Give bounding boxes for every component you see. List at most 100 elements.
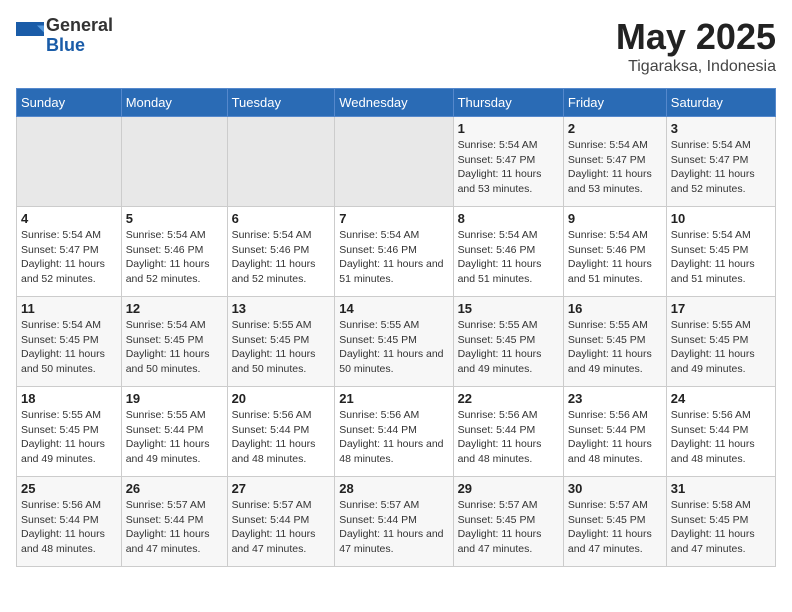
- day-number: 5: [126, 211, 223, 226]
- day-number: 22: [458, 391, 559, 406]
- day-number: 29: [458, 481, 559, 496]
- day-info: Sunrise: 5:55 AMSunset: 5:45 PMDaylight:…: [568, 318, 662, 377]
- day-info: Sunrise: 5:56 AMSunset: 5:44 PMDaylight:…: [458, 408, 559, 467]
- day-number: 24: [671, 391, 771, 406]
- subtitle: Tigaraksa, Indonesia: [616, 58, 776, 76]
- day-cell: 14 Sunrise: 5:55 AMSunset: 5:45 PMDayligh…: [335, 297, 453, 387]
- day-number: 26: [126, 481, 223, 496]
- day-cell: 26 Sunrise: 5:57 AMSunset: 5:44 PMDayligh…: [121, 477, 227, 567]
- day-cell: 18 Sunrise: 5:55 AMSunset: 5:45 PMDayligh…: [17, 387, 122, 477]
- day-cell: 17Sunrise: 5:55 AMSunset: 5:45 PMDayligh…: [666, 297, 775, 387]
- day-cell: 24 Sunrise: 5:56 AMSunset: 5:44 PMDayligh…: [666, 387, 775, 477]
- day-number: 18: [21, 391, 117, 406]
- day-number: 8: [458, 211, 559, 226]
- title-block: May 2025 Tigaraksa, Indonesia: [616, 16, 776, 76]
- day-info: Sunrise: 5:54 AMSunset: 5:47 PMDaylight:…: [671, 138, 771, 197]
- day-info: Sunrise: 5:54 AMSunset: 5:47 PMDaylight:…: [458, 138, 559, 197]
- day-cell: 2 Sunrise: 5:54 AMSunset: 5:47 PMDaylight…: [563, 117, 666, 207]
- day-info: Sunrise: 5:55 AMSunset: 5:45 PMDaylight:…: [458, 318, 559, 377]
- day-cell: 9Sunrise: 5:54 AMSunset: 5:46 PMDaylight…: [563, 207, 666, 297]
- day-info: Sunrise: 5:54 AMSunset: 5:47 PMDaylight:…: [21, 228, 117, 287]
- day-info: Sunrise: 5:57 AMSunset: 5:44 PMDaylight:…: [126, 498, 223, 557]
- day-number: 1: [458, 121, 559, 136]
- day-number: 6: [232, 211, 331, 226]
- day-cell: 5 Sunrise: 5:54 AMSunset: 5:46 PMDaylight…: [121, 207, 227, 297]
- day-number: 16: [568, 301, 662, 316]
- col-header-monday: Monday: [121, 89, 227, 117]
- day-cell: 21 Sunrise: 5:56 AMSunset: 5:44 PMDayligh…: [335, 387, 453, 477]
- day-info: Sunrise: 5:55 AMSunset: 5:45 PMDaylight:…: [21, 408, 117, 467]
- day-number: 31: [671, 481, 771, 496]
- day-number: 21: [339, 391, 448, 406]
- day-number: 2: [568, 121, 662, 136]
- week-row-2: 4 Sunrise: 5:54 AMSunset: 5:47 PMDaylight…: [17, 207, 776, 297]
- col-header-tuesday: Tuesday: [227, 89, 335, 117]
- day-cell: 4 Sunrise: 5:54 AMSunset: 5:47 PMDaylight…: [17, 207, 122, 297]
- day-number: 10: [671, 211, 771, 226]
- day-cell: 16 Sunrise: 5:55 AMSunset: 5:45 PMDayligh…: [563, 297, 666, 387]
- day-info: Sunrise: 5:54 AMSunset: 5:45 PMDaylight:…: [671, 228, 771, 287]
- day-cell: 19Sunrise: 5:55 AMSunset: 5:44 PMDayligh…: [121, 387, 227, 477]
- day-cell: 1 Sunrise: 5:54 AMSunset: 5:47 PMDaylight…: [453, 117, 563, 207]
- logo-blue: Blue: [46, 35, 85, 55]
- day-info: Sunrise: 5:54 AMSunset: 5:46 PMDaylight:…: [232, 228, 331, 287]
- day-number: 23: [568, 391, 662, 406]
- week-row-1: 1 Sunrise: 5:54 AMSunset: 5:47 PMDaylight…: [17, 117, 776, 207]
- day-cell: 8 Sunrise: 5:54 AMSunset: 5:46 PMDaylight…: [453, 207, 563, 297]
- day-info: Sunrise: 5:54 AMSunset: 5:45 PMDaylight:…: [21, 318, 117, 377]
- day-info: Sunrise: 5:54 AMSunset: 5:46 PMDaylight:…: [458, 228, 559, 287]
- day-cell: 13Sunrise: 5:55 AMSunset: 5:45 PMDayligh…: [227, 297, 335, 387]
- day-number: 4: [21, 211, 117, 226]
- page-header: General Blue May 2025 Tigaraksa, Indones…: [16, 16, 776, 76]
- day-info: Sunrise: 5:56 AMSunset: 5:44 PMDaylight:…: [671, 408, 771, 467]
- day-info: Sunrise: 5:57 AMSunset: 5:45 PMDaylight:…: [458, 498, 559, 557]
- day-info: Sunrise: 5:54 AMSunset: 5:45 PMDaylight:…: [126, 318, 223, 377]
- day-number: 7: [339, 211, 448, 226]
- day-info: Sunrise: 5:58 AMSunset: 5:45 PMDaylight:…: [671, 498, 771, 557]
- day-cell: [121, 117, 227, 207]
- logo: General Blue: [16, 16, 113, 56]
- day-number: 27: [232, 481, 331, 496]
- logo-general: General: [46, 15, 113, 35]
- day-number: 28: [339, 481, 448, 496]
- day-info: Sunrise: 5:55 AMSunset: 5:45 PMDaylight:…: [671, 318, 771, 377]
- day-cell: 6 Sunrise: 5:54 AMSunset: 5:46 PMDaylight…: [227, 207, 335, 297]
- day-info: Sunrise: 5:57 AMSunset: 5:44 PMDaylight:…: [232, 498, 331, 557]
- day-info: Sunrise: 5:56 AMSunset: 5:44 PMDaylight:…: [339, 408, 448, 467]
- day-cell: 12 Sunrise: 5:54 AMSunset: 5:45 PMDayligh…: [121, 297, 227, 387]
- day-number: 25: [21, 481, 117, 496]
- day-cell: 11 Sunrise: 5:54 AMSunset: 5:45 PMDayligh…: [17, 297, 122, 387]
- day-info: Sunrise: 5:54 AMSunset: 5:46 PMDaylight:…: [126, 228, 223, 287]
- day-number: 19: [126, 391, 223, 406]
- day-cell: 15Sunrise: 5:55 AMSunset: 5:45 PMDayligh…: [453, 297, 563, 387]
- logo-icon: [16, 22, 44, 50]
- day-cell: [335, 117, 453, 207]
- day-cell: 30Sunrise: 5:57 AMSunset: 5:45 PMDayligh…: [563, 477, 666, 567]
- day-info: Sunrise: 5:55 AMSunset: 5:45 PMDaylight:…: [339, 318, 448, 377]
- week-row-5: 25Sunrise: 5:56 AMSunset: 5:44 PMDayligh…: [17, 477, 776, 567]
- day-cell: 27 Sunrise: 5:57 AMSunset: 5:44 PMDayligh…: [227, 477, 335, 567]
- day-info: Sunrise: 5:54 AMSunset: 5:47 PMDaylight:…: [568, 138, 662, 197]
- day-cell: 25Sunrise: 5:56 AMSunset: 5:44 PMDayligh…: [17, 477, 122, 567]
- header-row: SundayMondayTuesdayWednesdayThursdayFrid…: [17, 89, 776, 117]
- week-row-3: 11 Sunrise: 5:54 AMSunset: 5:45 PMDayligh…: [17, 297, 776, 387]
- day-number: 20: [232, 391, 331, 406]
- day-cell: 28Sunrise: 5:57 AMSunset: 5:44 PMDayligh…: [335, 477, 453, 567]
- col-header-saturday: Saturday: [666, 89, 775, 117]
- day-number: 9: [568, 211, 662, 226]
- day-cell: [227, 117, 335, 207]
- day-cell: 31 Sunrise: 5:58 AMSunset: 5:45 PMDayligh…: [666, 477, 775, 567]
- day-info: Sunrise: 5:56 AMSunset: 5:44 PMDaylight:…: [568, 408, 662, 467]
- day-number: 11: [21, 301, 117, 316]
- day-info: Sunrise: 5:57 AMSunset: 5:45 PMDaylight:…: [568, 498, 662, 557]
- day-cell: 23 Sunrise: 5:56 AMSunset: 5:44 PMDayligh…: [563, 387, 666, 477]
- day-cell: 10 Sunrise: 5:54 AMSunset: 5:45 PMDayligh…: [666, 207, 775, 297]
- col-header-sunday: Sunday: [17, 89, 122, 117]
- day-cell: 7Sunrise: 5:54 AMSunset: 5:46 PMDaylight…: [335, 207, 453, 297]
- day-cell: [17, 117, 122, 207]
- day-info: Sunrise: 5:56 AMSunset: 5:44 PMDaylight:…: [232, 408, 331, 467]
- day-number: 13: [232, 301, 331, 316]
- day-number: 14: [339, 301, 448, 316]
- col-header-friday: Friday: [563, 89, 666, 117]
- day-number: 12: [126, 301, 223, 316]
